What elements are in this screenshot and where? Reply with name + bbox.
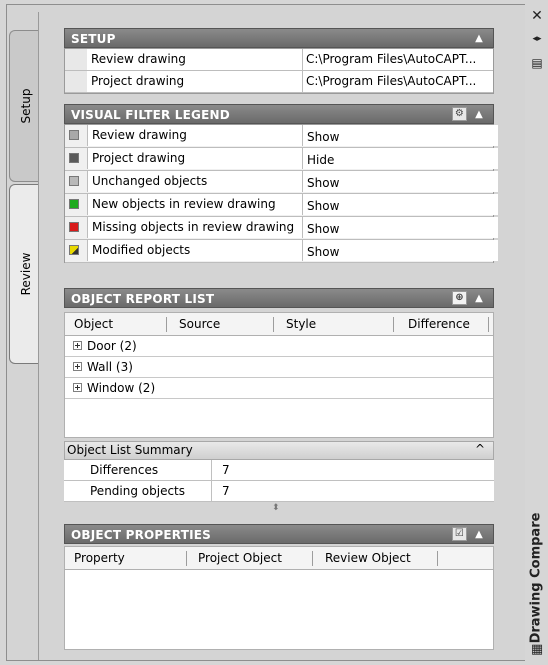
filter-settings-icon[interactable]: ⚙ [452,107,467,121]
legend-label: New objects in review drawing [87,194,307,215]
zoom-to-object-icon[interactable]: ⊕ [452,291,467,305]
setup-label: Project drawing [91,74,185,88]
legend-label: Review drawing [87,125,307,146]
column-divider[interactable] [166,317,167,332]
column-style[interactable]: Style [286,313,316,335]
properties-list [64,570,494,650]
list-item-label: Window (2) [87,381,156,395]
legend-row[interactable]: Review drawing Show [65,125,498,148]
setup-row[interactable]: Project drawing C:\Program Files\AutoCAP… [65,71,493,93]
column-divider[interactable] [488,317,489,332]
column-difference[interactable]: Difference [408,313,470,335]
setup-header[interactable]: SETUP ▲ [64,28,494,48]
setup-path-value[interactable]: C:\Program Files\AutoCAPT... [306,49,492,70]
color-swatch [69,199,79,209]
close-icon[interactable]: ✕ [529,8,545,24]
splitter-handle[interactable]: ⬍ [272,503,280,513]
legend-row[interactable]: Project drawing Hide [65,148,498,171]
column-divider [302,49,303,70]
palette-title-text: Drawing Compare [528,512,544,643]
column-divider [211,481,212,501]
summary-row: Differences 7 [64,460,494,481]
summary-value: 7 [222,484,230,498]
collapse-icon[interactable]: ▲ [475,525,483,545]
setup-path-value[interactable]: C:\Program Files\AutoCAPT... [306,71,492,92]
column-source[interactable]: Source [179,313,220,335]
legend-label: Modified objects [87,240,307,261]
column-project-object[interactable]: Project Object [198,547,282,569]
column-divider [211,460,212,480]
setup-grid: Review drawing C:\Program Files\AutoCAPT… [64,48,494,94]
expand-icon[interactable] [73,362,82,371]
legend-row[interactable]: Modified objects Show [65,240,498,263]
report-title: OBJECT REPORT LIST [71,292,215,306]
color-swatch [69,222,79,232]
palette-title: Drawing Compare [524,495,548,660]
summary-title: Object List Summary [67,443,193,457]
summary-label: Differences [90,463,159,477]
summary-value: 7 [222,463,230,477]
properties-column-header: Property Project Object Review Object [64,546,494,570]
color-swatch [69,245,79,255]
legend-visibility-value[interactable]: Show [302,194,498,215]
collapse-icon[interactable]: ▲ [475,289,483,309]
properties-header[interactable]: OBJECT PROPERTIES ☑ ▲ [64,524,494,544]
color-swatch [69,153,79,163]
properties-menu-icon[interactable]: ▤ [529,56,545,70]
column-divider[interactable] [437,551,438,566]
column-divider[interactable] [393,317,394,332]
setup-label: Review drawing [91,52,186,66]
column-property[interactable]: Property [74,547,125,569]
tab-setup[interactable]: Setup [9,30,41,182]
column-divider [302,71,303,92]
legend-row[interactable]: Missing objects in review drawing Show [65,217,498,240]
summary-label: Pending objects [90,484,186,498]
properties-filter-icon[interactable]: ☑ [452,527,467,541]
legend-visibility-value[interactable]: Show [302,217,498,238]
tab-review[interactable]: Review [9,184,41,364]
report-column-header: Object Source Style Difference [64,312,494,336]
collapse-icon[interactable]: ▲ [475,105,483,125]
legend-label: Unchanged objects [87,171,307,192]
legend-title: VISUAL FILTER LEGEND [71,108,230,122]
column-divider[interactable] [312,551,313,566]
list-item[interactable]: Door (2) [65,336,493,357]
column-review-object[interactable]: Review Object [325,547,411,569]
legend-grid: Review drawing Show Project drawing Hide Unc… [64,124,498,263]
list-item[interactable]: Wall (3) [65,357,493,378]
legend-row[interactable]: New objects in review drawing Show [65,194,498,217]
legend-visibility-value[interactable]: Hide [302,148,498,169]
palette-icon: ▦ [530,642,544,657]
summary-row: Pending objects 7 [64,481,494,502]
tab-setup-label: Setup [18,88,33,124]
column-object[interactable]: Object [74,313,113,335]
column-divider[interactable] [273,317,274,332]
legend-visibility-value[interactable]: Show [302,125,498,146]
tab-review-label: Review [18,252,33,296]
legend-row[interactable]: Unchanged objects Show [65,171,498,194]
setup-row[interactable]: Review drawing C:\Program Files\AutoCAPT… [65,49,493,71]
legend-label: Project drawing [87,148,307,169]
setup-title: SETUP [71,32,116,46]
expand-icon[interactable] [73,341,82,350]
legend-visibility-value[interactable]: Show [302,171,498,192]
collapse-icon[interactable]: ▲ [475,29,483,49]
color-swatch [69,130,79,140]
chevron-up-icon[interactable]: ^ [475,441,485,458]
legend-header[interactable]: VISUAL FILTER LEGEND ⚙ ▲ [64,104,494,124]
expand-icon[interactable] [73,383,82,392]
color-swatch [69,176,79,186]
report-header[interactable]: OBJECT REPORT LIST ⊕ ▲ [64,288,494,308]
list-item-label: Door (2) [87,339,137,353]
legend-visibility-value[interactable]: Show [302,240,498,261]
summary-header[interactable]: Object List Summary ^ [64,441,494,460]
properties-title: OBJECT PROPERTIES [71,528,211,542]
list-item[interactable]: Window (2) [65,378,493,399]
column-divider[interactable] [186,551,187,566]
autohide-icon[interactable]: ◂▸ [529,34,545,44]
list-item-label: Wall (3) [87,360,133,374]
legend-label: Missing objects in review drawing [87,217,307,238]
